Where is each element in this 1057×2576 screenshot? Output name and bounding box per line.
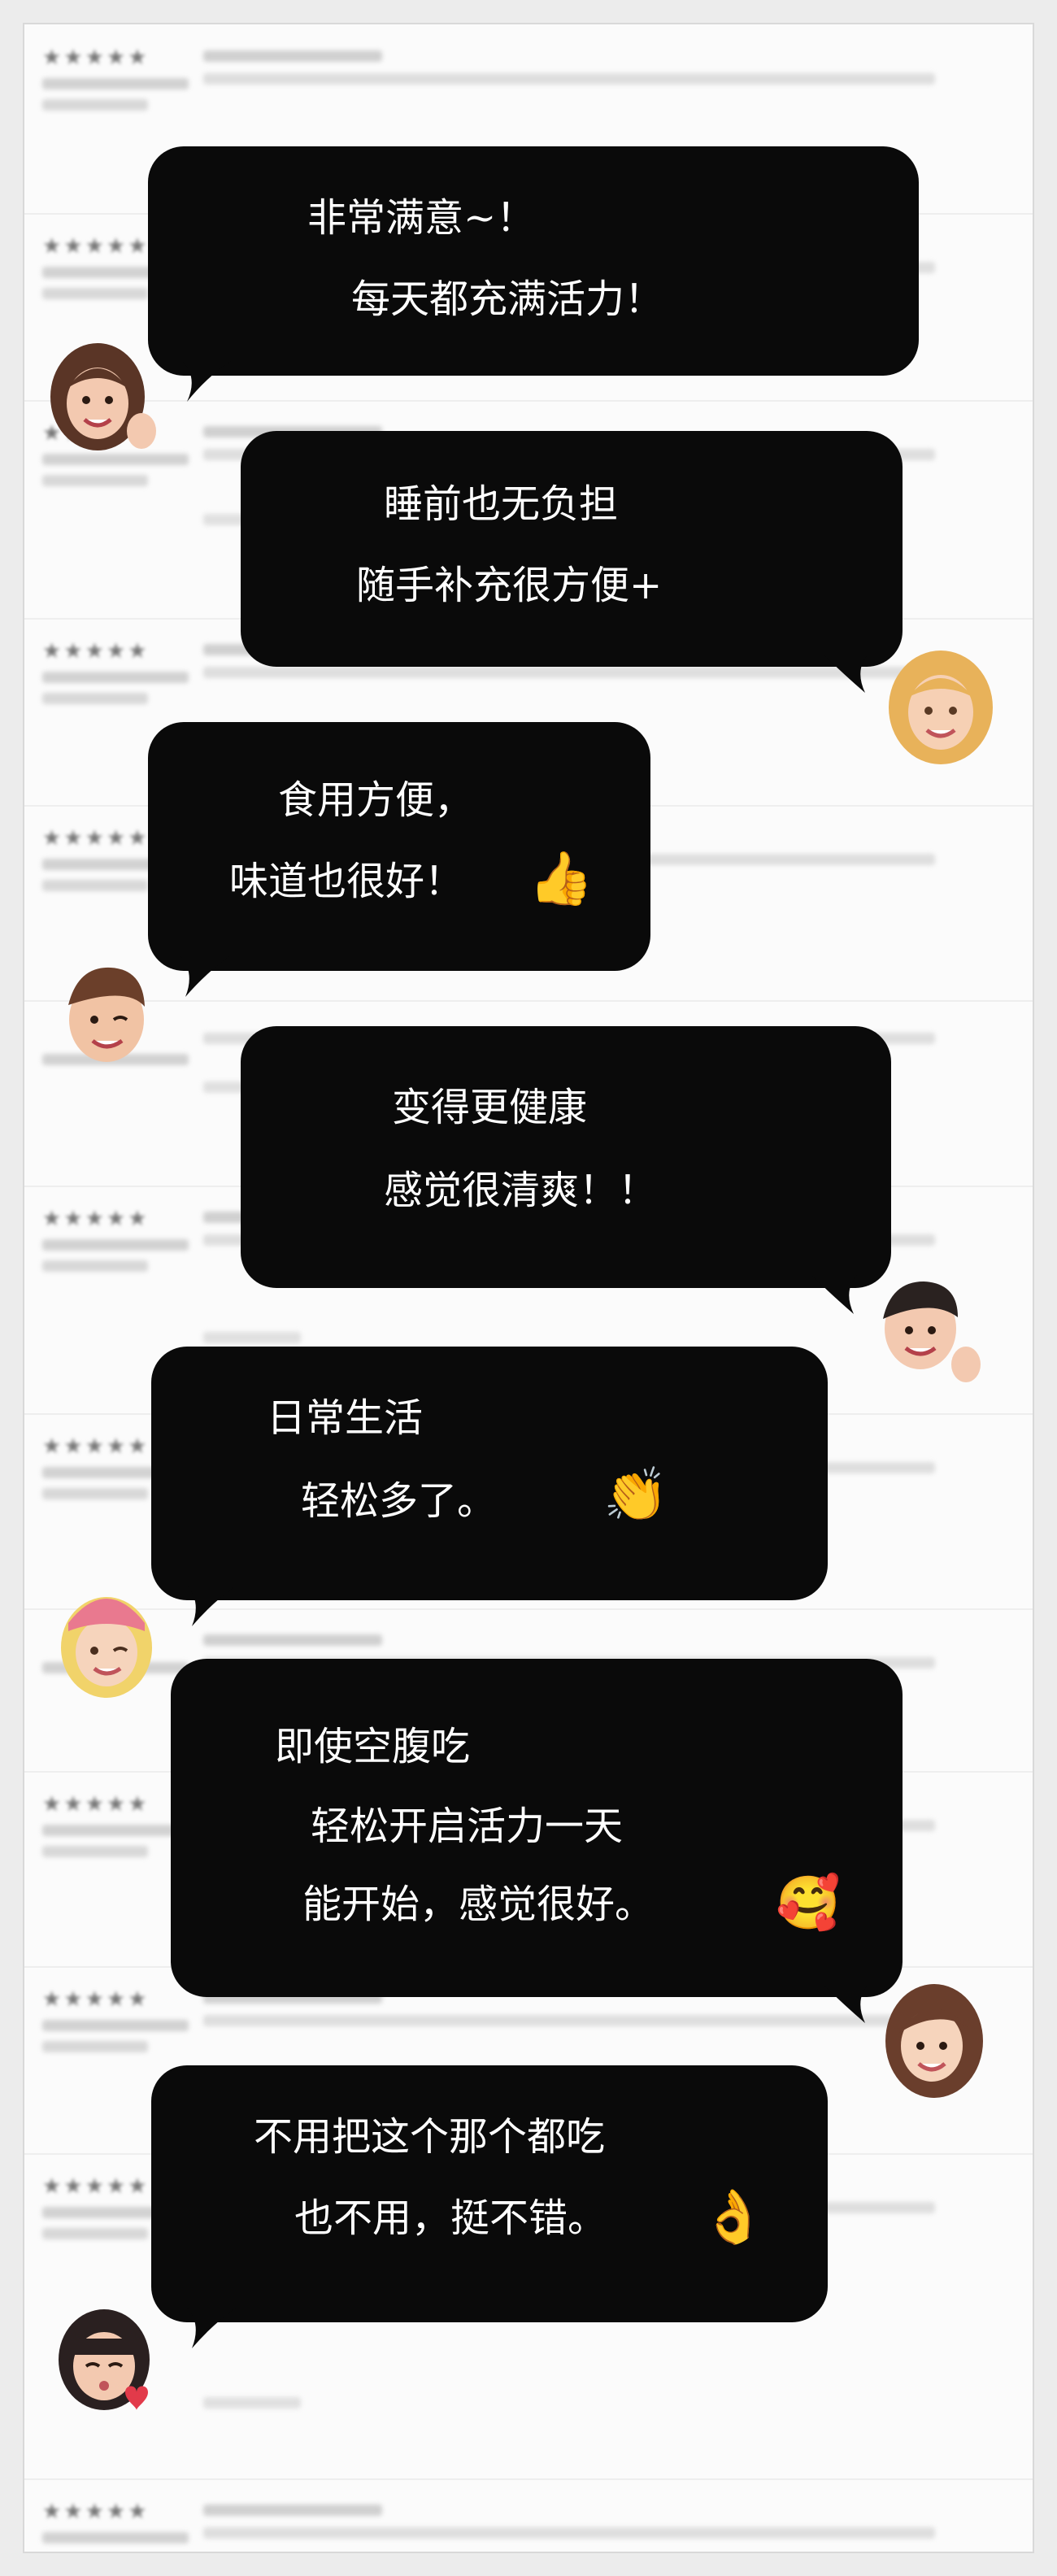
bubble-line: 不用把这个那个都吃	[254, 2114, 606, 2160]
ok-hand-icon: 👌	[701, 2187, 766, 2247]
bubble-line: 也不用，挺不错。	[294, 2195, 607, 2241]
speech-bubble-6: 即使空腹吃 轻松开启活力一天 能开始，感觉很好。 🥰	[171, 1659, 903, 2023]
memoji-girl-pink-beanie-winking-icon	[61, 1597, 152, 1698]
rating-stars-icon: ★★★★★	[42, 1434, 150, 1459]
memoji-man-winking-icon	[68, 967, 145, 1062]
memoji-boy-thumbs-up-icon	[883, 1281, 981, 1382]
smiling-face-with-hearts-icon: 🥰	[776, 1873, 841, 1934]
rating-stars-icon: ★★★★★	[42, 1987, 150, 2012]
memoji-woman-long-hair-icon	[885, 1984, 983, 2098]
speech-bubble-4: 变得更健康 感觉很清爽！！	[241, 1026, 891, 1314]
bubble-tail-icon	[821, 1982, 870, 2023]
bubble-line: 食用方便，	[278, 777, 474, 823]
bubble-line: 轻松开启活力一天	[311, 1804, 624, 1849]
bubble-line: 日常生活	[267, 1395, 424, 1441]
memoji-woman-brown-hair-thumbs-up-icon	[50, 343, 156, 450]
rating-stars-icon: ★★★★★	[42, 826, 150, 851]
bubble-tail-icon	[810, 1273, 859, 1314]
bubble-tail-icon	[187, 2308, 236, 2348]
speech-bubble-3: 食用方便， 味道也很好！ 👍	[148, 722, 650, 997]
bubble-line: 睡前也无负担	[384, 481, 619, 527]
rating-stars-icon: ★★★★★	[42, 1207, 150, 1231]
rating-stars-icon: ★★★★★	[42, 1792, 150, 1817]
rating-stars-icon: ★★★★★	[42, 639, 150, 664]
speech-bubble-1: 非常满意~！ 每天都充满活力！	[148, 146, 919, 402]
review-row: ★★★★★	[24, 2478, 1033, 2552]
bubble-tail-icon	[182, 361, 231, 402]
bubble-line: 即使空腹吃	[275, 1724, 471, 1769]
bubble-line: 能开始，感觉很好。	[302, 1882, 655, 1927]
bubble-tail-icon	[821, 652, 870, 693]
rating-stars-icon: ★★★★★	[42, 234, 150, 259]
bubble-line: 变得更健康	[392, 1085, 588, 1130]
bubble-line: 轻松多了。	[301, 1478, 497, 1524]
rating-stars-icon: ★★★★★	[42, 2174, 150, 2199]
bubble-line: 味道也很好！	[229, 859, 464, 904]
bubble-line: 每天都充满活力！	[351, 276, 664, 322]
memoji-woman-blonde-curly-icon	[889, 651, 993, 764]
thumbs-up-icon: 👍	[528, 849, 594, 909]
clapping-hands-icon: 👏	[603, 1465, 668, 1525]
rating-stars-icon: ★★★★★	[42, 2500, 150, 2524]
speech-bubble-7: 不用把这个那个都吃 也不用，挺不错。 👌	[151, 2065, 828, 2348]
bubble-line: 感觉很清爽！！	[384, 1168, 658, 1213]
bubble-tail-icon	[181, 956, 229, 997]
bubble-line: 非常满意~！	[307, 195, 536, 241]
bubble-tail-icon	[187, 1586, 236, 1626]
rating-stars-icon: ★★★★★	[42, 46, 150, 70]
memoji-girl-blowing-kiss-icon	[59, 2309, 150, 2410]
speech-bubble-2: 睡前也无负担 随手补充很方便+	[241, 431, 903, 693]
bubble-line: 随手补充很方便+	[356, 563, 663, 608]
speech-bubble-5: 日常生活 轻松多了。 👏	[151, 1347, 828, 1626]
